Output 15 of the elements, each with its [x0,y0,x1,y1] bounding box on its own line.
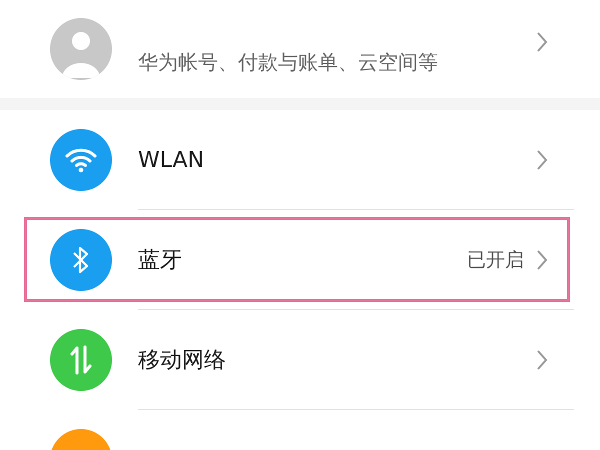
wifi-icon [64,147,98,173]
chevron-icon [536,349,548,371]
item-label: 蓝牙 [138,247,183,275]
chevron-icon [536,31,548,53]
chevron-icon [536,249,548,271]
account-subtitle: 华为帐号、付款与账单、云空间等 [138,48,439,76]
item-label: WLAN [138,148,206,172]
up-down-arrows-icon [70,345,92,375]
bluetooth-icon [72,245,90,275]
item-label: 移动网络 [138,347,227,375]
settings-item[interactable]: WLAN [0,110,600,210]
item-status: 已开启 [467,248,524,273]
settings-item[interactable]: 移动网络 [0,310,600,410]
chevron-icon [536,149,548,171]
settings-item[interactable]: 蓝牙 已开启 [0,210,600,310]
